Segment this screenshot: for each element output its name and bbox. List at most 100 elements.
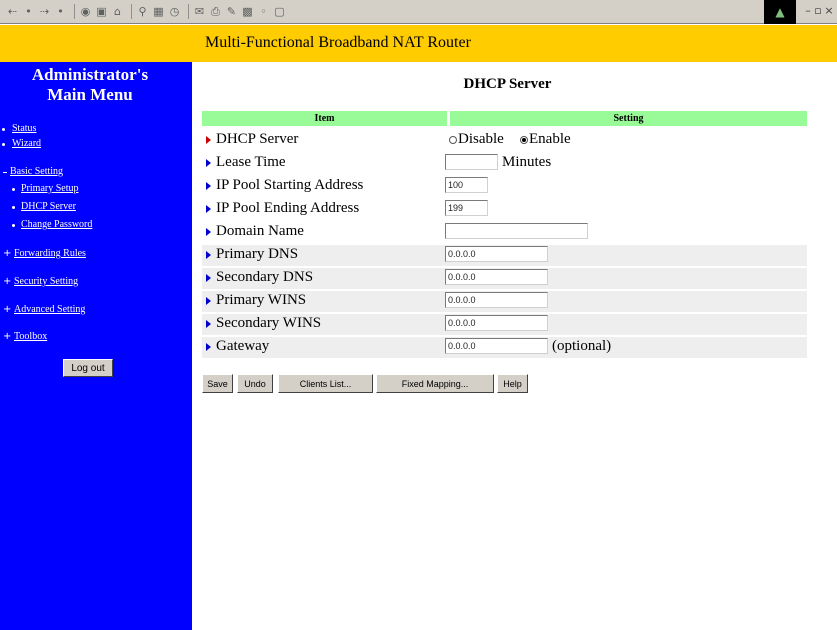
- menu-title-line2: Main Menu: [47, 85, 133, 104]
- gateway-label: Gateway: [216, 338, 270, 354]
- print-icon[interactable]: ⎙: [209, 5, 222, 19]
- menu-link-advanced-setting[interactable]: Advanced Setting: [14, 304, 85, 315]
- clients-list-button[interactable]: Clients List...: [278, 374, 373, 393]
- bullet-icon: [12, 206, 15, 209]
- table-header-item: Item: [202, 111, 447, 126]
- table-row: Primary WINS: [202, 291, 807, 312]
- menu-link-dhcp-server[interactable]: DHCP Server: [21, 201, 76, 212]
- back-icon[interactable]: ⇠: [6, 5, 19, 19]
- toolbar-separator: [188, 4, 189, 19]
- header-banner: Multi-Functional Broadband NAT Router: [0, 25, 837, 62]
- pool-end-input[interactable]: [445, 200, 488, 216]
- disable-label: Disable: [458, 131, 504, 147]
- gateway-input[interactable]: [445, 338, 548, 354]
- expand-icon[interactable]: +: [3, 305, 11, 315]
- menu-link-status[interactable]: Status: [12, 123, 36, 134]
- secondary-wins-label: Secondary WINS: [216, 315, 322, 331]
- arrow-icon: [206, 205, 211, 213]
- toolbar-separator: [74, 4, 75, 19]
- dropdown-icon[interactable]: •: [22, 5, 35, 19]
- menu-link-change-password[interactable]: Change Password: [21, 219, 92, 230]
- disable-radio[interactable]: [449, 136, 457, 144]
- bullet-icon: [12, 188, 15, 191]
- save-button[interactable]: Save: [202, 374, 233, 393]
- enable-label: Enable: [529, 131, 571, 147]
- favorites-icon[interactable]: ▦: [152, 5, 165, 19]
- help-button[interactable]: Help: [497, 374, 528, 393]
- lease-time-label: Lease Time: [216, 154, 286, 170]
- table-row: IP Pool Ending Address: [202, 199, 807, 220]
- primary-wins-label: Primary WINS: [216, 292, 307, 308]
- table-row: Secondary WINS: [202, 314, 807, 335]
- arrow-icon: [206, 274, 211, 282]
- table-row: Domain Name: [202, 222, 807, 243]
- arrow-icon: [206, 251, 211, 259]
- close-icon[interactable]: ▢: [273, 5, 286, 19]
- bullet-icon: [2, 143, 5, 146]
- enable-radio[interactable]: [520, 136, 528, 144]
- table-header-setting: Setting: [450, 111, 807, 126]
- page-title: DHCP Server: [463, 76, 552, 92]
- history-icon[interactable]: ◷: [168, 5, 181, 19]
- menu-link-basic-setting[interactable]: Basic Setting: [10, 166, 63, 177]
- close-window-icon[interactable]: ×: [823, 4, 835, 17]
- bullet-icon: [12, 224, 15, 227]
- arrow-icon: [206, 136, 211, 144]
- domain-name-input[interactable]: [445, 223, 588, 239]
- home-icon[interactable]: ⌂: [111, 5, 124, 19]
- collapse-icon[interactable]: [3, 172, 7, 173]
- discuss-icon[interactable]: ▩: [241, 5, 254, 19]
- minutes-label: Minutes: [502, 154, 552, 170]
- menu-link-forwarding-rules[interactable]: Forwarding Rules: [14, 248, 86, 259]
- table-row: Primary DNS: [202, 245, 807, 266]
- refresh-icon[interactable]: ▣: [95, 5, 108, 19]
- primary-dns-input[interactable]: [445, 246, 548, 262]
- browser-toolbar: ⇠ • ⇢ • ◉ ▣ ⌂ ⚲ ▦ ◷ ✉ ⎙ ✎ ▩ ◦ ▢: [0, 0, 837, 24]
- domain-name-label: Domain Name: [216, 223, 304, 239]
- toolbar-separator: [131, 4, 132, 19]
- forward-icon[interactable]: ⇢: [38, 5, 51, 19]
- menu-link-security-setting[interactable]: Security Setting: [14, 276, 78, 287]
- menu-link-primary-setup[interactable]: Primary Setup: [21, 183, 79, 194]
- dropdown-icon[interactable]: •: [54, 5, 67, 19]
- bullet-icon: [2, 128, 5, 131]
- pool-end-label: IP Pool Ending Address: [216, 200, 360, 216]
- lease-time-input[interactable]: [445, 154, 498, 170]
- table-row: Gateway (optional): [202, 337, 807, 358]
- edit-icon[interactable]: ✎: [225, 5, 238, 19]
- arrow-icon: [206, 320, 211, 328]
- browser-throbber-icon: ▲: [764, 0, 796, 24]
- main-menu-sidebar: Administrator's Main Menu Status Wizard …: [0, 62, 192, 630]
- expand-icon[interactable]: +: [3, 277, 11, 287]
- stop-icon[interactable]: ◉: [79, 5, 92, 19]
- logout-button[interactable]: Log out: [63, 359, 113, 377]
- secondary-dns-input[interactable]: [445, 269, 548, 285]
- secondary-wins-input[interactable]: [445, 315, 548, 331]
- arrow-icon: [206, 159, 211, 167]
- pool-start-label: IP Pool Starting Address: [216, 177, 364, 193]
- router-title: Multi-Functional Broadband NAT Router: [205, 34, 471, 51]
- undo-button[interactable]: Undo: [237, 374, 273, 393]
- primary-wins-input[interactable]: [445, 292, 548, 308]
- search-icon[interactable]: ⚲: [136, 5, 149, 19]
- secondary-dns-label: Secondary DNS: [216, 269, 314, 285]
- menu-title-line1: Administrator's: [31, 65, 149, 84]
- menu-title: Administrator's Main Menu: [0, 65, 180, 105]
- pool-start-input[interactable]: [445, 177, 488, 193]
- table-row: DHCP Server Disable Enable: [202, 130, 807, 151]
- primary-dns-label: Primary DNS: [216, 246, 299, 262]
- fixed-mapping-button[interactable]: Fixed Mapping...: [376, 374, 494, 393]
- arrow-icon: [206, 297, 211, 305]
- arrow-icon: [206, 182, 211, 190]
- arrow-icon: [206, 343, 211, 351]
- dhcp-server-label: DHCP Server: [216, 131, 299, 147]
- menu-link-toolbox[interactable]: Toolbox: [14, 331, 47, 342]
- expand-icon[interactable]: +: [3, 332, 11, 342]
- expand-icon[interactable]: +: [3, 249, 11, 259]
- table-row: Lease Time Minutes: [202, 153, 807, 174]
- menu-link-wizard[interactable]: Wizard: [12, 138, 41, 149]
- mail-icon[interactable]: ✉: [193, 5, 206, 19]
- optional-label: (optional): [552, 338, 612, 354]
- messenger-icon[interactable]: ◦: [257, 5, 270, 19]
- arrow-icon: [206, 228, 211, 236]
